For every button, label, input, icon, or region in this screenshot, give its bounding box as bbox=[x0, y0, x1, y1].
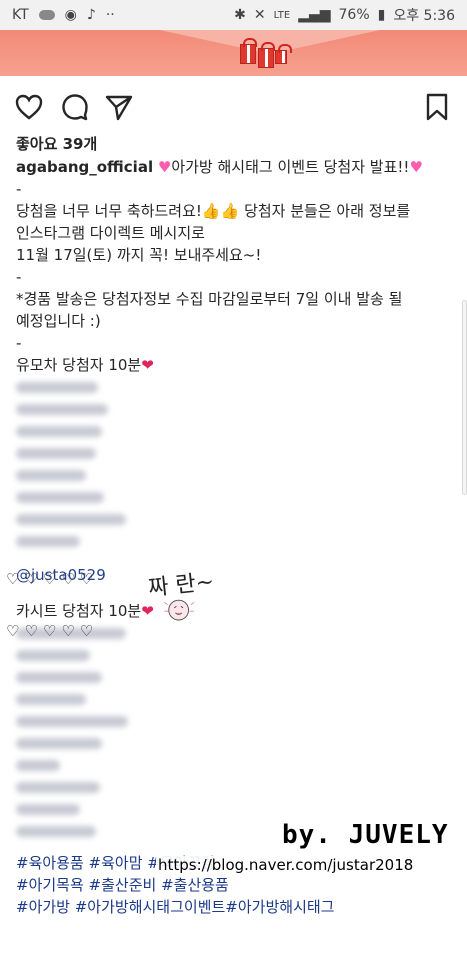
status-bar: KT ◉ ♪ ·· ✱ ✕ LTE ▂▄▆ 76% ▮ 오후 5:36 bbox=[0, 0, 467, 30]
blurred-winner bbox=[16, 754, 456, 776]
gift-box-icon bbox=[275, 44, 292, 64]
blurred-winner bbox=[16, 776, 456, 798]
stroller-winners-heading: 유모차 당첨자 10분 bbox=[16, 356, 142, 374]
post-image-banner bbox=[0, 30, 467, 76]
mute-icon: ✕ bbox=[253, 7, 266, 23]
hashtag-line[interactable]: #아가방 #아가방해시태그이벤트#아가방해시태그 bbox=[16, 896, 456, 918]
username-link[interactable]: agabang_official bbox=[16, 158, 153, 176]
red-heart-icon: ❤ bbox=[141, 602, 154, 620]
gift-box-icon bbox=[258, 42, 275, 68]
heart-emoji-icon: ♥ bbox=[157, 158, 172, 176]
heart-emoji-icon: ♥ bbox=[409, 158, 423, 176]
hearts-doodle-icon: ♡♡♡♡♡ bbox=[6, 622, 99, 640]
hashtag-line[interactable]: #아기목욕 #출산준비 #출산용품 bbox=[16, 874, 456, 896]
side-scroll-handle[interactable] bbox=[462, 300, 467, 495]
watermark-signature: by. JUVELY bbox=[282, 820, 449, 850]
hearts-doodle-icon: ♡♡♡♡♡ bbox=[6, 570, 99, 588]
caption-title-row: agabang_official ♥아가방 해시태그 이벤트 당첨자 발표!!♥ bbox=[16, 156, 456, 178]
blurred-winner bbox=[16, 442, 456, 464]
battery-label: 76% bbox=[338, 7, 370, 23]
signal-icon: ▂▄▆ bbox=[298, 7, 331, 23]
caption-dm: 인스타그램 다이렉트 메시지로 bbox=[16, 224, 205, 242]
network-label: LTE bbox=[273, 9, 291, 21]
battery-icon: ▮ bbox=[377, 7, 386, 23]
watermark-url: https://blog.naver.com/justar2018 bbox=[156, 856, 416, 874]
comment-bubble-icon[interactable] bbox=[60, 92, 90, 122]
blurred-winner bbox=[16, 530, 456, 552]
caption-dash: - bbox=[16, 180, 22, 198]
blurred-winner bbox=[16, 376, 456, 398]
caption-winners-info: 당첨자 분들은 아래 정보를 bbox=[244, 202, 411, 220]
bluetooth-icon: ✱ bbox=[234, 7, 246, 23]
blurred-winner bbox=[16, 798, 456, 820]
music-icon: ♪ bbox=[86, 7, 96, 23]
blurred-winner bbox=[16, 508, 456, 530]
clock-label: 오후 5:36 bbox=[393, 8, 455, 24]
zzaran-doodle: 짜 란~ bbox=[147, 569, 216, 602]
record-icon: ◉ bbox=[64, 7, 77, 23]
thumbs-up-icon: 👍👍 bbox=[201, 202, 240, 220]
stroller-winners-row: 유모차 당첨자 10분❤ bbox=[16, 354, 456, 376]
bookmark-icon[interactable] bbox=[422, 92, 452, 122]
caption-notice: *경품 발송은 당첨자정보 수집 마감일로부터 7일 이내 발송 될 bbox=[16, 290, 403, 308]
post-caption: agabang_official ♥아가방 해시태그 이벤트 당첨자 발표!!♥… bbox=[16, 156, 456, 918]
carseat-winners-heading: 카시트 당첨자 10분 bbox=[16, 602, 142, 620]
paper-plane-icon[interactable] bbox=[104, 92, 134, 122]
blurred-winner bbox=[16, 420, 456, 442]
blurred-winner bbox=[16, 710, 456, 732]
caption-dash: - bbox=[16, 334, 22, 352]
blurred-winner bbox=[16, 688, 456, 710]
caption-congrats: 당첨을 너무 너무 축하드려요! bbox=[16, 202, 202, 220]
caption-dash: - bbox=[16, 268, 22, 286]
blurred-winner bbox=[16, 666, 456, 688]
caption-congrats-row: 당첨을 너무 너무 축하드려요!👍👍 당첨자 분들은 아래 정보를 bbox=[16, 200, 456, 222]
more-icon: ·· bbox=[105, 7, 115, 23]
blurred-winner bbox=[16, 486, 456, 508]
blurred-winner bbox=[16, 398, 456, 420]
smiley-face-doodle-icon bbox=[164, 599, 195, 621]
carseat-winners-row: 카시트 당첨자 10분❤ bbox=[16, 600, 456, 622]
talk-icon bbox=[38, 10, 55, 20]
likes-count[interactable]: 좋아요 39개 bbox=[16, 133, 97, 154]
blurred-winner bbox=[16, 464, 456, 486]
heart-outline-icon[interactable] bbox=[14, 92, 44, 122]
blurred-winner bbox=[16, 644, 456, 666]
post-action-bar bbox=[0, 86, 467, 126]
blurred-winner bbox=[16, 732, 456, 754]
red-heart-icon: ❤ bbox=[141, 356, 154, 374]
gift-box-icon bbox=[240, 38, 257, 64]
carrier-label: KT bbox=[12, 7, 29, 23]
caption-notice-cont: 예정입니다 :) bbox=[16, 312, 101, 330]
caption-title: 아가방 해시태그 이벤트 당첨자 발표!! bbox=[171, 158, 410, 176]
caption-deadline: 11월 17일(토) 까지 꼭! 보내주세요~! bbox=[16, 246, 262, 264]
